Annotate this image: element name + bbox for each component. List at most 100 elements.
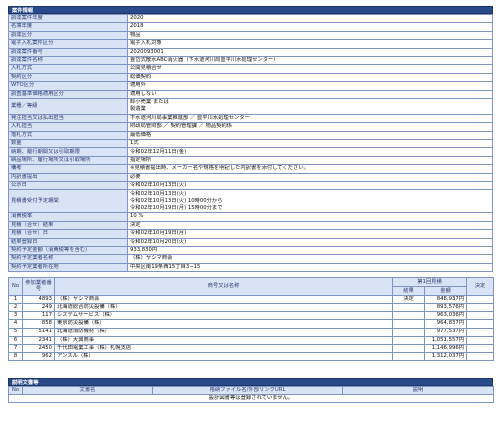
detail-label: 調達案件年度 [8,13,128,24]
detail-value: ※見積書提出時、メーカー名や規格を明記した内訳書を添付してください。 [127,164,493,174]
detail-label: 納品場所、履行場所又は引取場所 [8,155,128,166]
bid-company-name: シズテムサービス（株） [54,311,393,321]
detail-label: 納期、履行期間又は引取期限 [8,147,128,157]
detail-value: 公開見積合せ [127,64,493,74]
bid-row: 3 117 シズテムサービス（株） 963,036円 [8,311,494,321]
detail-row: 納期、履行期間又は引取期限 令和02年12月11日(金) [8,147,493,157]
detail-value: 最低価格 [127,130,493,141]
detail-row: 落札方式 最低価格 [8,130,493,141]
detail-value: 2020093001 [127,47,493,57]
bid-decision [466,335,494,345]
detail-label: 見積（合せ）日 [8,229,128,239]
bid-result [392,327,425,337]
detail-value-line: 製造業 [130,106,146,113]
detail-label: 公示日 [8,181,128,191]
detail-label: 電子入札案件区分 [8,39,128,49]
documents-section: 説明文書等 No 文書名 格納ファイル名/外部リンクURL 説明 設計図書等は登… [8,377,494,403]
detail-value: 必要 [127,172,493,183]
bid-company-name: 北海道消防機材（株） [54,327,393,337]
bid-amount: 964,837円 [424,319,467,329]
bid-result [392,319,425,329]
detail-label: 調達案件番号 [8,47,128,57]
detail-label: 発注担当又は払出担当 [8,113,128,124]
bid-decision [466,351,494,361]
bid-company-name: （株）大興商事 [54,335,393,345]
detail-row: 結果登録日 令和02年10月20日(火) [8,237,493,248]
detail-row: 契約予定業者所在地 中央区南19条西15丁目3−15 [8,262,493,273]
bid-no: 6 [8,335,23,345]
detail-row: 公示日 令和02年10月13日(火) [8,181,493,191]
detail-row: 見積（合せ）結果 決定 [8,220,493,231]
bid-no: 7 [8,343,23,353]
detail-row: 発注担当又は払出担当 下水道河川局事業推進部 ／ 豊平川水処理センター [8,113,493,124]
detail-value: 適用しない [127,89,493,99]
main-content: 案件情報 調達案件年度 2020 名簿年度 2018 調達区分 物品 電子入札案件区分 電子入… [8,6,494,403]
detail-value: 令和02年10月19日(月) [127,229,493,239]
bid-no: 2 [8,303,23,313]
bid-row: 4 858 東京防災設備（株） 964,837円 [8,319,494,329]
detail-row: 見積書受付予定期間 令和02年10月13日(火) 令和02年10月13日(火) 10… [8,189,493,214]
bid-decision [466,319,494,329]
bid-amount: 977,537円 [424,327,467,337]
detail-value: 総価契約 [127,72,493,83]
bid-company-name: アンスル（株） [54,351,393,361]
bid-row: 2 249 北海道総合防災設備（株） 893,576円 [8,303,494,313]
detail-label: 見積（合せ）結果 [8,220,128,231]
detail-row: 名簿年度 2018 [8,22,493,32]
bid-participant-number: 117 [22,311,55,321]
bid-company-name: （株）ヤシマ商会 [54,295,393,305]
bid-result: 決定 [392,295,425,305]
detail-row: 入札方式 公開見積合せ [8,64,493,74]
bid-row: 6 2341 （株）大興商事 1,051,557円 [8,335,494,345]
detail-label: WTO区分 [8,81,128,91]
detail-value: 2018 [127,22,493,32]
detail-label: 調達案件名称 [8,55,128,66]
detail-row: 数量 1式 [8,139,493,149]
detail-value: 指定場所 [127,155,493,166]
detail-row: 調達区分 物品 [8,30,493,41]
detail-value: 令和02年10月13日(火) 令和02年10月13日(火) 10時00分から 令和0… [127,189,493,214]
documents-table: No 文書名 格納ファイル名/外部リンクURL 説明 設計図書等は登録されていま… [8,385,494,403]
bid-result [392,351,425,361]
detail-row: 契約区分 総価契約 [8,72,493,83]
detail-label: 結果登録日 [8,237,128,248]
bid-amount: 963,036円 [424,311,467,321]
detail-value-line: 令和02年10月13日(火) [130,190,187,197]
bid-no: 1 [8,295,23,305]
detail-value: 令和02年10月20日(火) [127,237,493,248]
detail-label: 入札方式 [8,64,128,74]
docs-header-no: No [8,385,23,395]
detail-value: 2020 [127,13,493,24]
detail-row: 調達案件名称 畳岱式散水ABC消火器（下水道河川局豊平川水処理センター） [8,55,493,66]
detail-row: 契約予定金額（消費税等を含む） 933,830円 [8,245,493,256]
detail-row: 内訳書提出 必要 [8,172,493,183]
bid-amount: 1,312,037円 [424,351,467,361]
detail-row: WTO区分 適用外 [8,81,493,91]
detail-label: 契約予定業者名称 [8,254,128,264]
detail-value: （株）ヤシマ商会 [127,254,493,264]
bid-no: 8 [8,351,23,361]
bid-participant-number: 962 [22,351,55,361]
bid-row: 1 4893 （株）ヤシマ商会 決定 848,937円 [8,295,494,305]
detail-value: 適用外 [127,81,493,91]
case-detail-table: 調達案件年度 2020 名簿年度 2018 調達区分 物品 電子入札案件区分 電子入札対象 調達… [8,13,493,273]
bid-decision [466,311,494,321]
bid-decision [466,303,494,313]
bid-row: 8 962 アンスル（株） 1,312,037円 [8,351,494,361]
docs-header-description: 説明 [342,385,494,395]
detail-label: 見積書受付予定期間 [8,189,128,214]
detail-label: 調査基準価格適用区分 [8,89,128,99]
detail-row: 業種／等級 卸小売業 または 製造業 [8,97,493,115]
detail-row: 消費税率 10 % [8,212,493,222]
detail-row: 調査基準価格適用区分 適用しない [8,89,493,99]
header-amount: 金額 [424,286,467,297]
detail-label: 契約予定業者所在地 [8,262,128,273]
docs-empty-message: 設計図書等は登録されていません。 [8,393,494,403]
detail-row: 調達案件年度 2020 [8,13,493,24]
detail-row: 入札担当 財政局管財部 ／ 契約管理課 ／ 物品契約係 [8,122,493,132]
header-participant-number: 参加業者番号 [22,277,55,297]
bid-amount: 1,051,557円 [424,335,467,345]
detail-label: 契約区分 [8,72,128,83]
bid-participant-number: 5141 [22,327,55,337]
bid-result [392,311,425,321]
